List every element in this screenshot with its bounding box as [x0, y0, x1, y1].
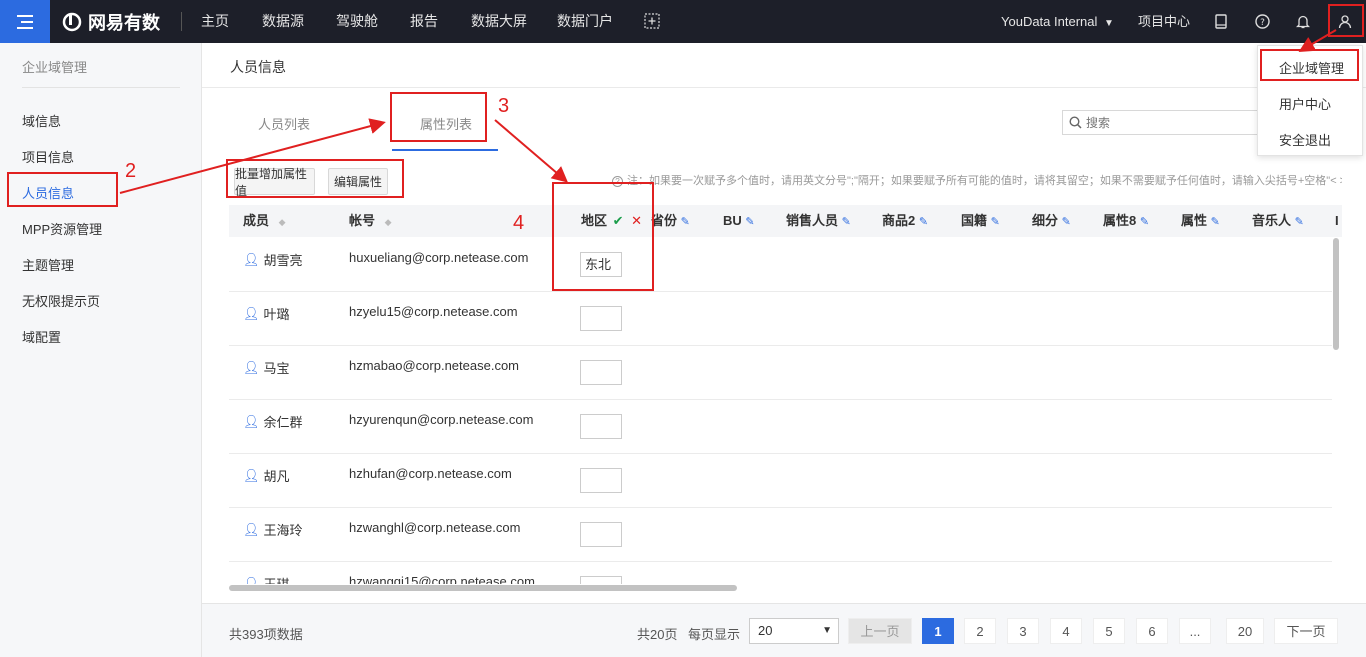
annotation-arrow: [119, 118, 386, 194]
annotation-arrows: [119, 29, 1337, 194]
annotation-arrow: [494, 119, 569, 183]
annotation-arrow: [1298, 29, 1337, 53]
